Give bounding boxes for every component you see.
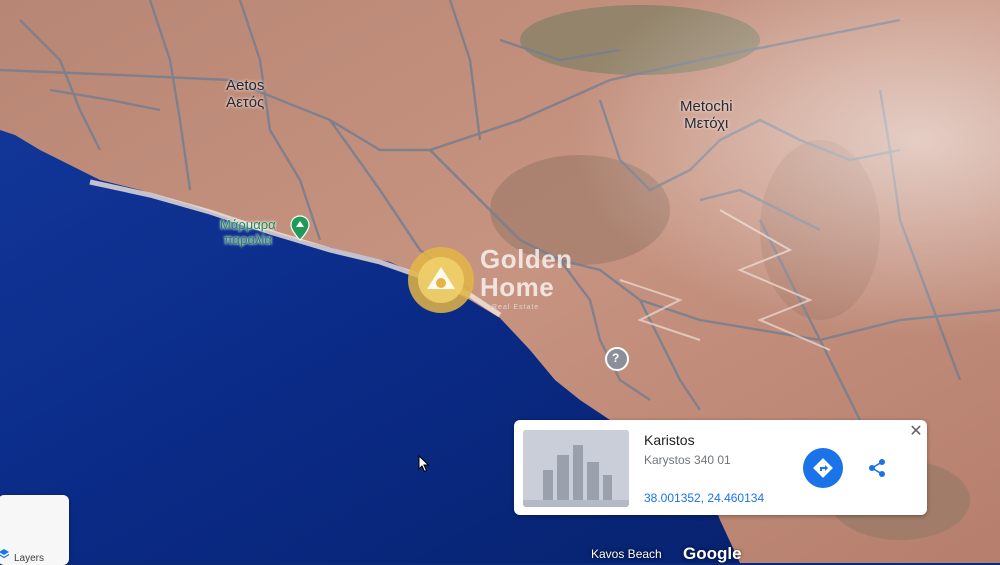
beach-name-line1: Μάρμαρα <box>220 217 276 232</box>
beach-pin-icon[interactable] <box>290 215 310 241</box>
watermark-line1: Golden <box>480 244 573 274</box>
beach-label-marmara[interactable]: Μάρμαρα παραλία <box>220 217 276 247</box>
layers-label: Layers <box>14 553 45 564</box>
share-button[interactable] <box>859 450 895 486</box>
mouse-cursor-icon <box>418 455 430 473</box>
place-title: Karistos <box>644 432 695 448</box>
watermark-sub: Real Estate <box>492 304 540 311</box>
place-name-greek: Αετός <box>226 94 265 111</box>
place-name-latin: Aetos <box>226 77 265 94</box>
place-label-metochi[interactable]: Metochi Μετόχι <box>680 98 733 132</box>
place-label-aetos[interactable]: Aetos Αετός <box>226 77 264 111</box>
google-attribution: Google <box>683 544 742 563</box>
directions-button[interactable] <box>803 448 843 488</box>
place-name-latin: Metochi <box>680 98 733 115</box>
watermark-line2: Home <box>480 272 555 302</box>
place-address: Karystos 340 01 <box>644 453 731 467</box>
close-icon[interactable]: ✕ <box>908 424 924 440</box>
place-label-kavos-beach[interactable]: Kavos Beach <box>591 547 662 561</box>
beach-name-line2: παραλία <box>223 232 272 247</box>
location-pin-icon[interactable]: ? <box>605 347 629 371</box>
place-thumbnail[interactable] <box>523 430 629 507</box>
place-info-card[interactable]: Karistos Karystos 340 01 38.001352, 24.4… <box>514 420 927 515</box>
layers-button[interactable]: Layers <box>0 495 69 565</box>
place-name-greek: Μετόχι <box>684 115 729 132</box>
place-coordinates[interactable]: 38.001352, 24.460134 <box>644 491 764 505</box>
share-icon <box>869 459 885 477</box>
directions-icon <box>813 458 833 478</box>
layers-icon <box>0 549 10 559</box>
